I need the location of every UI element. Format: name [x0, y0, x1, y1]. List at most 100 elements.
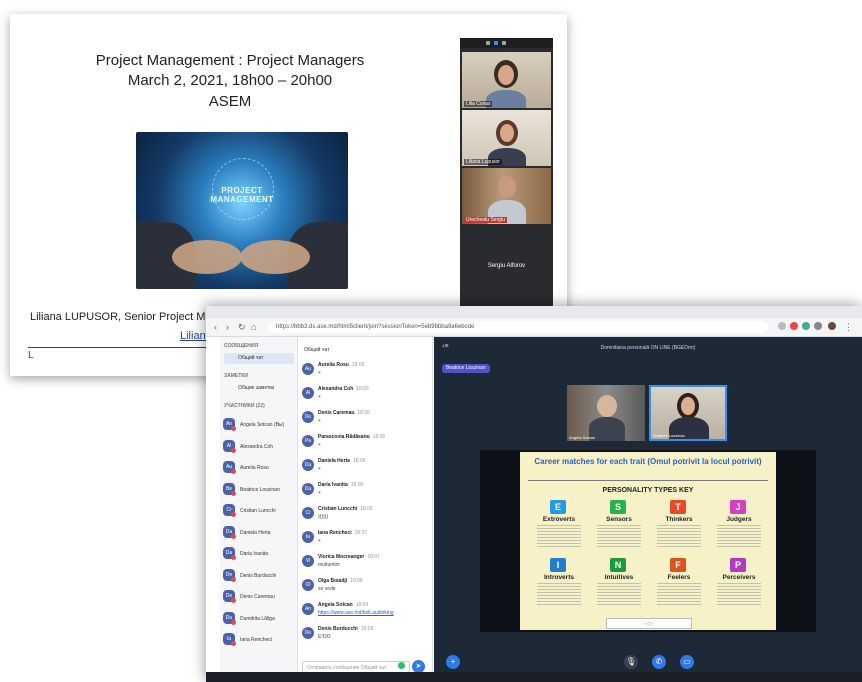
menu-icon[interactable]: ⋮: [844, 322, 853, 333]
user-list-item[interactable]: Cr Cristian Luncchi: [223, 501, 295, 521]
trait-name: Extroverts: [542, 516, 576, 523]
gallery-icon[interactable]: [494, 41, 498, 45]
chat-header: Общий чат: [304, 347, 330, 353]
phone-icon[interactable]: ✆: [652, 655, 666, 669]
user-list-item[interactable]: Al Alexandra Coh: [223, 437, 295, 457]
trait-letter: F: [670, 558, 686, 572]
status-badge: [231, 576, 236, 582]
extension-icon[interactable]: [790, 322, 798, 330]
trait-letter: E: [550, 500, 566, 514]
view-icon[interactable]: [486, 41, 490, 45]
status-badge: [231, 555, 236, 560]
chat-message: De Denis Burducchi 18:09 Ε!ΟΟ: [302, 625, 428, 645]
presentation-area: Career matches for each trait (Omul potr…: [480, 450, 816, 632]
camera-icon[interactable]: ▭: [680, 655, 694, 669]
messages-section-label: СООБЩЕНИЯ: [224, 343, 259, 349]
avatar: Au: [302, 363, 314, 375]
avatar: Cr: [302, 507, 314, 519]
webcam-tile[interactable]: Angela Sotcan: [567, 385, 645, 441]
user-name: Beatrice Loszinan: [240, 486, 280, 493]
reload-icon[interactable]: ↻: [238, 322, 246, 333]
participant-tile[interactable]: Liliana Lupusor: [462, 110, 551, 166]
plus-icon[interactable]: +: [446, 655, 460, 669]
message-time: 18:06: [356, 386, 369, 392]
slide-pager[interactable]: ‹ ▢ ›: [606, 618, 692, 629]
browser-tabstrip: [206, 306, 862, 318]
slide-title: Career matches for each trait (Omul potr…: [534, 457, 762, 466]
message-text[interactable]: https://www.ase.md/bolt.audioking: [318, 610, 394, 616]
os-taskbar: [206, 672, 862, 682]
active-speaker-name: Sergiu Alforov: [487, 263, 526, 269]
divider: [528, 480, 768, 481]
user-list-item[interactable]: Du Dumitrita Lăliga: [223, 609, 295, 629]
extension-icon[interactable]: [802, 322, 810, 330]
user-list-item[interactable]: Be Beatrice Loszinan: [223, 480, 295, 500]
trait-name: Introverts: [544, 574, 574, 581]
presentation-slide: Career matches for each trait (Omul potr…: [520, 452, 776, 630]
chat-message: Ol Olga Boiadji 18:08 se vede: [302, 577, 428, 597]
trait-name: Intuitives: [604, 574, 634, 581]
message-text: se vede: [318, 586, 336, 592]
user-list-item[interactable]: Ia Iana Rencheci: [223, 630, 295, 650]
user-list-item[interactable]: De Denis Burducchi: [223, 566, 295, 586]
home-icon[interactable]: ⌂: [251, 322, 256, 332]
extension-icon[interactable]: [814, 322, 822, 330]
message-author: Aurelia Rosu 18:06: [318, 362, 365, 368]
user-list-item[interactable]: Da Daria Ivanita: [223, 544, 295, 564]
presenter-credit: Liliana LUPUSOR, Senior Project Ma: [30, 311, 212, 323]
shared-notes-item[interactable]: Общие заметки: [224, 383, 294, 394]
user-name: Denis Burducchi: [240, 572, 277, 579]
chat-message: Al Alexandra Coh 18:06 +: [302, 385, 428, 405]
presenter-badge: Beatrice Loszinan: [442, 364, 490, 373]
trait-card: E Extroverts: [532, 500, 586, 560]
trait-letter: I: [550, 558, 566, 572]
user-list-item[interactable]: Au Aurelia Rosu: [223, 458, 295, 478]
slide-date: March 2, 2021, 18h00 – 20h00: [127, 72, 333, 89]
trait-description: [657, 583, 701, 605]
message-author: Alexandra Coh 18:06: [318, 386, 369, 392]
message-time: 18:06: [352, 458, 366, 464]
mic-icon[interactable]: 🎙: [624, 655, 638, 669]
message-author: Angela Sotcan 18:09: [318, 602, 369, 608]
user-name: Aurelia Rosu: [240, 465, 269, 471]
speaker-icon[interactable]: [502, 41, 506, 45]
trait-description: [717, 525, 761, 547]
key-title: PERSONALITY TYPES KEY: [602, 487, 694, 494]
chat-message: Au Aurelia Rosu 18:06 +: [302, 361, 428, 381]
users-section-label: УЧАСТНИКИ (22): [224, 403, 265, 409]
user-list-item[interactable]: De Denis Caremau: [223, 587, 295, 607]
avatar: De: [302, 627, 314, 639]
message-author: Denis Caremau 18:06: [318, 410, 370, 416]
profile-avatar[interactable]: [828, 322, 836, 330]
trait-card: P Perceivers: [712, 558, 766, 618]
user-list-item[interactable]: An Angela Sotcan (Вы): [223, 415, 295, 435]
message-author: Viorica Mocreanger 18:07: [318, 554, 380, 560]
notes-section-label: ЗАМЕТКИ: [224, 373, 248, 379]
trait-letter: J: [730, 500, 746, 514]
zoom-toolbar: [460, 38, 553, 48]
message-text: multumim: [318, 562, 340, 568]
back-icon[interactable]: ‹: [214, 322, 217, 332]
user-name: Iana Rencheci: [240, 637, 272, 643]
trait-card: T Thinkers: [652, 500, 706, 560]
trait-letter: N: [610, 558, 626, 572]
webcam-tile[interactable]: Beatrice Loszinan: [649, 385, 727, 441]
status-badge: [231, 598, 236, 603]
chat-message: Cr Cristian Luncchi 18:06)))))): [302, 505, 428, 525]
status-badge: [231, 469, 236, 474]
trait-description: [717, 583, 761, 605]
message-author: Daniela Herta 18:06: [318, 458, 366, 464]
message-time: 18:06: [360, 506, 373, 512]
address-bar[interactable]: https://bbb3.ds.ase.md/html5client/join?…: [268, 321, 768, 333]
trait-letter: S: [610, 500, 626, 514]
chat-message: Da Daria Ivanita 18:06 +: [302, 481, 428, 501]
participant-tile[interactable]: Lilia Covas: [462, 52, 551, 108]
message-time: 18:06: [372, 434, 386, 440]
user-list-item[interactable]: Da Daniela Herta: [223, 523, 295, 543]
public-chat-item[interactable]: Общий чат: [224, 353, 294, 364]
participant-tile[interactable]: Urecheatu Sergiu: [462, 168, 551, 224]
forward-icon[interactable]: ›: [226, 322, 229, 332]
user-name: Cristian Luncchi: [240, 508, 276, 514]
bookmark-icon[interactable]: [778, 322, 786, 330]
avatar: Ol: [302, 579, 314, 591]
